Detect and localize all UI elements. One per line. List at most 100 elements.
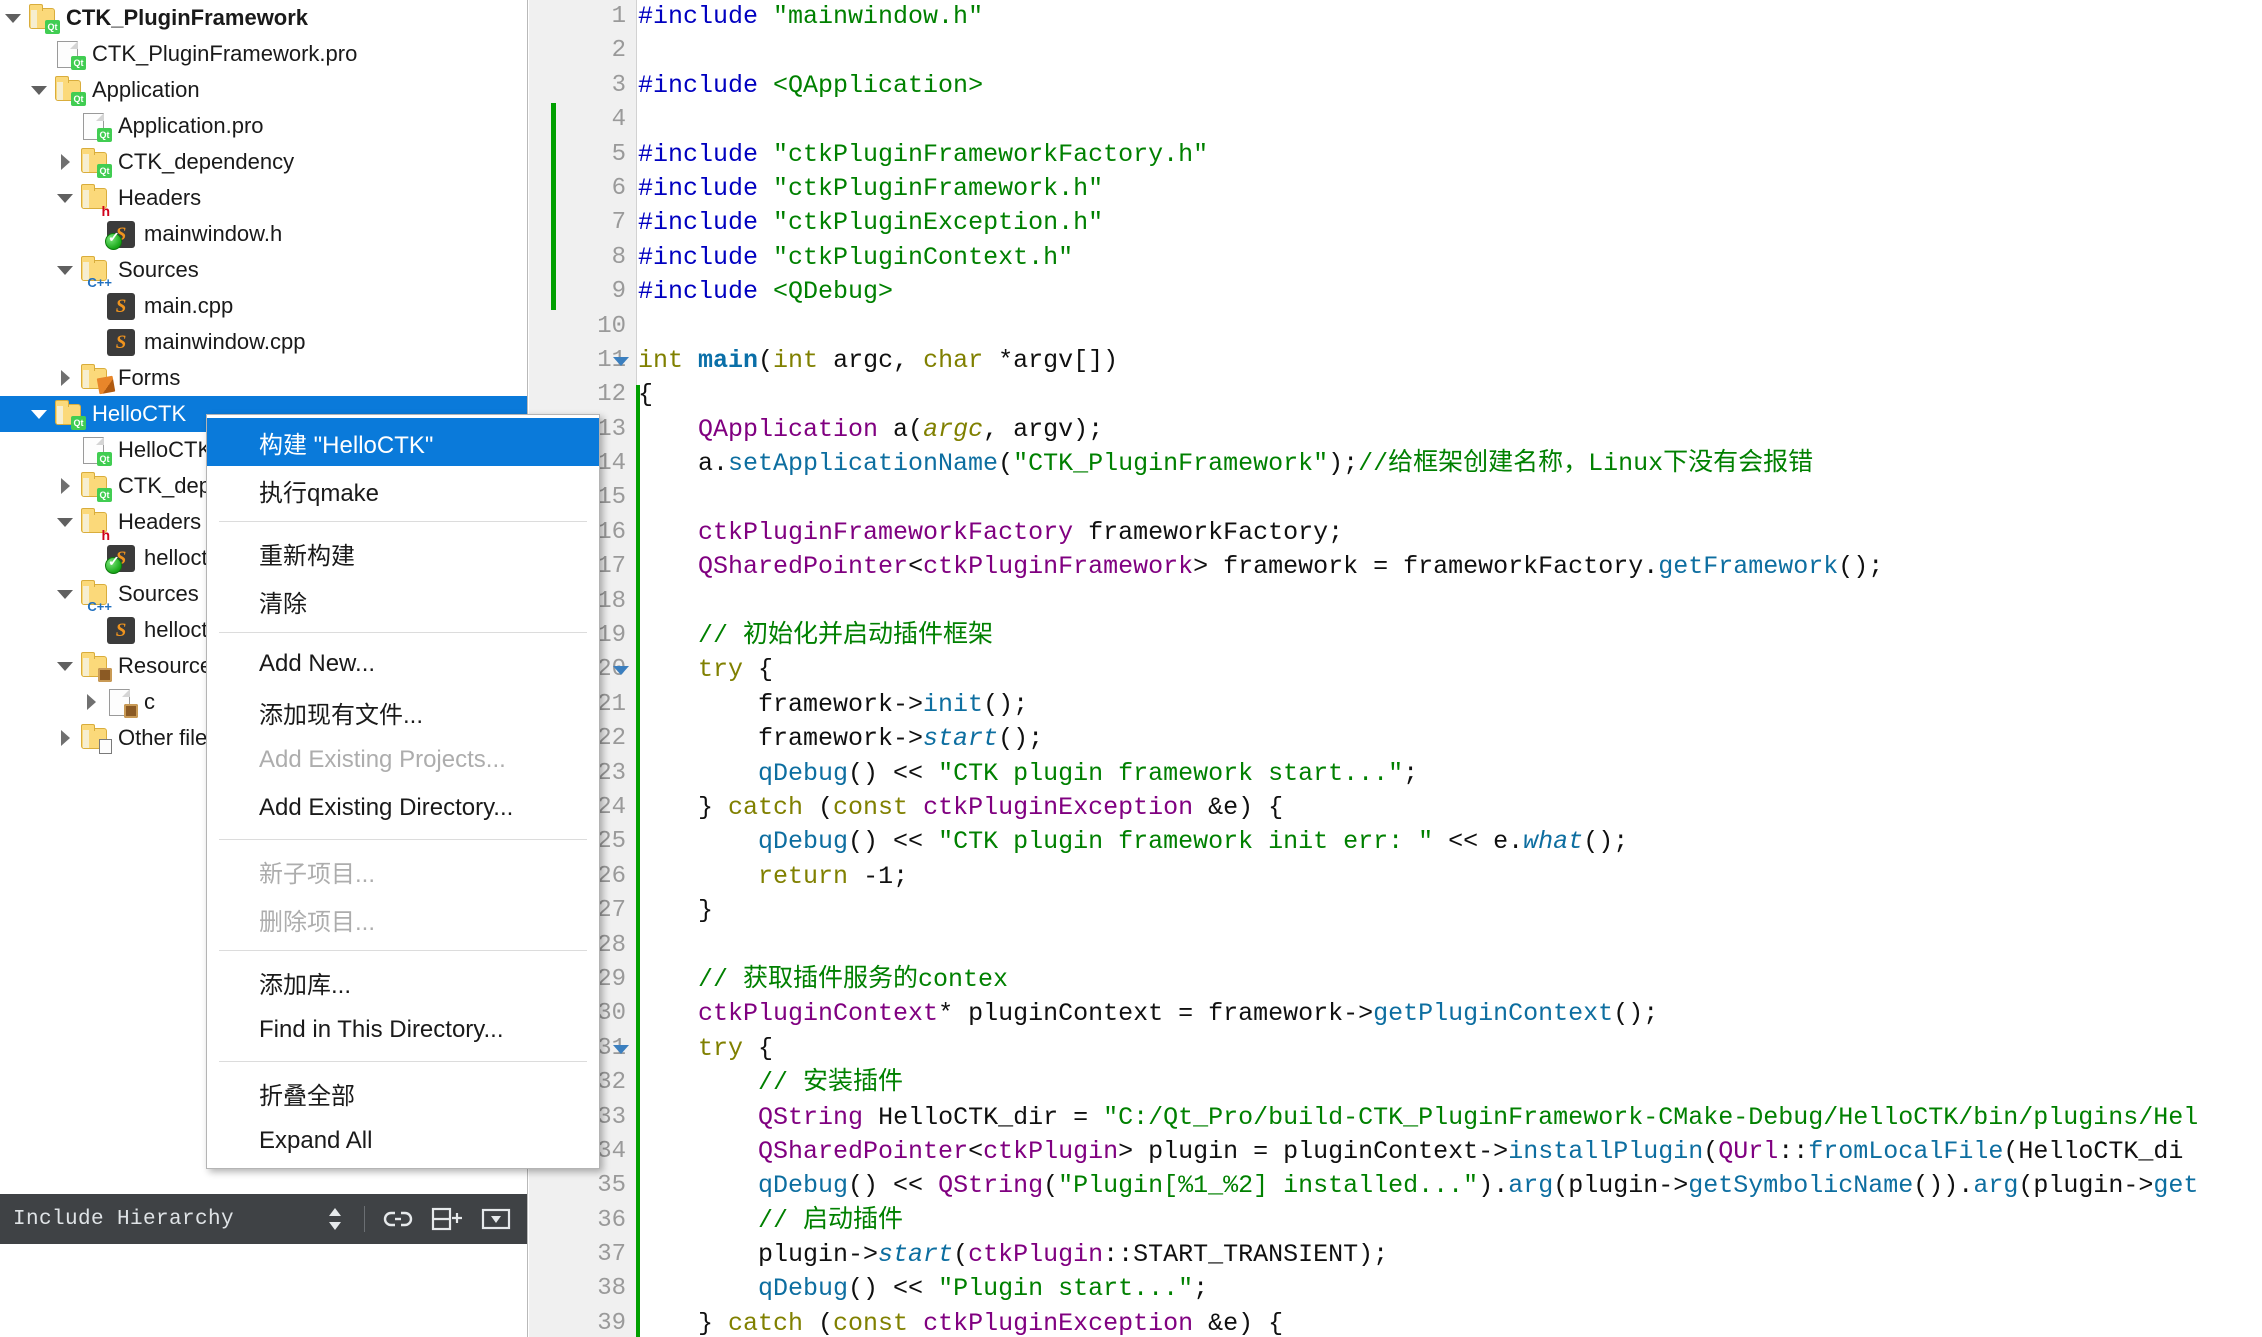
code-line[interactable]: // 启动插件 xyxy=(638,1204,2262,1238)
code-token: <QApplication> xyxy=(773,71,983,100)
menu-item-6[interactable]: Add New... xyxy=(207,640,599,688)
code-line[interactable]: ctkPluginContext* pluginContext = framew… xyxy=(638,997,2262,1031)
code-line[interactable]: // 初始化并启动插件框架 xyxy=(638,619,2262,653)
dropdown-box-icon[interactable] xyxy=(481,1207,511,1231)
fold-toggle-icon[interactable] xyxy=(607,344,637,378)
chevron-down-icon[interactable] xyxy=(0,0,26,36)
twist-spacer xyxy=(78,612,104,648)
code-text-area[interactable]: #include "mainwindow.h" #include <QAppli… xyxy=(638,0,2262,1337)
code-token: } xyxy=(638,793,728,822)
code-line[interactable]: #include <QApplication> xyxy=(638,69,2262,103)
tree-item-headers[interactable]: hHeaders xyxy=(0,180,528,216)
menu-item-9[interactable]: Add Existing Directory... xyxy=(207,784,599,832)
chevron-right-icon[interactable] xyxy=(52,360,78,396)
code-line[interactable]: #include "ctkPluginException.h" xyxy=(638,206,2262,240)
project-context-menu[interactable]: 构建 "HelloCTK"执行qmake 重新构建清除 Add New...添加现有… xyxy=(206,414,600,1169)
chevron-right-icon[interactable] xyxy=(52,468,78,504)
link-icon[interactable] xyxy=(383,1207,413,1231)
code-line[interactable] xyxy=(638,585,2262,619)
code-line[interactable] xyxy=(638,481,2262,515)
code-line[interactable]: QApplication a(argc, argv); xyxy=(638,413,2262,447)
chevron-down-icon[interactable] xyxy=(52,180,78,216)
code-editor[interactable]: 1234567891011121314151617181920212223242… xyxy=(529,0,2262,1337)
tree-item-mainwindow-h[interactable]: Smainwindow.h xyxy=(0,216,528,252)
code-line[interactable]: QSharedPointer<ctkPlugin> plugin = plugi… xyxy=(638,1135,2262,1169)
code-line[interactable]: try { xyxy=(638,1032,2262,1066)
tree-item-ctk-dependency[interactable]: QtCTK_dependency xyxy=(0,144,528,180)
menu-item-8: Add Existing Projects... xyxy=(207,736,599,784)
split-add-icon[interactable] xyxy=(431,1206,463,1232)
code-line[interactable]: a.setApplicationName("CTK_PluginFramewor… xyxy=(638,447,2262,481)
code-line[interactable] xyxy=(638,929,2262,963)
chevron-down-icon[interactable] xyxy=(26,396,52,432)
tree-item-mainwindow-cpp[interactable]: Smainwindow.cpp xyxy=(0,324,528,360)
chevron-right-icon[interactable] xyxy=(78,684,104,720)
chevron-down-icon[interactable] xyxy=(26,72,52,108)
code-line[interactable]: qDebug() << "CTK plugin framework start.… xyxy=(638,757,2262,791)
fold-marker-column[interactable] xyxy=(607,0,637,1337)
code-line[interactable]: framework->start(); xyxy=(638,722,2262,756)
code-token xyxy=(638,1171,758,1200)
menu-item-15[interactable]: Find in This Directory... xyxy=(207,1006,599,1054)
tree-item-main-cpp[interactable]: Smain.cpp xyxy=(0,288,528,324)
tree-item-application-pro[interactable]: QtApplication.pro xyxy=(0,108,528,144)
fold-toggle-icon[interactable] xyxy=(607,653,637,687)
code-line[interactable]: QSharedPointer<ctkPluginFramework> frame… xyxy=(638,550,2262,584)
chevron-right-icon[interactable] xyxy=(52,720,78,756)
menu-item-17[interactable]: 折叠全部 xyxy=(207,1069,599,1117)
code-line[interactable]: qDebug() << "CTK plugin framework init e… xyxy=(638,825,2262,859)
code-line[interactable]: qDebug() << QString("Plugin[%1_%2] insta… xyxy=(638,1169,2262,1203)
code-line[interactable] xyxy=(638,103,2262,137)
chevron-down-icon[interactable] xyxy=(613,357,629,366)
twist-spacer xyxy=(52,432,78,468)
menu-item-14[interactable]: 添加库... xyxy=(207,958,599,1006)
tree-item-ctk-pluginframework[interactable]: QtCTK_PluginFramework xyxy=(0,0,528,36)
code-line[interactable]: QString HelloCTK_dir = "C:/Qt_Pro/build-… xyxy=(638,1101,2262,1135)
fold-toggle-icon[interactable] xyxy=(607,1032,637,1066)
chevron-down-icon[interactable] xyxy=(613,666,629,675)
menu-item-18[interactable]: Expand All xyxy=(207,1117,599,1165)
chevron-down-icon[interactable] xyxy=(613,1045,629,1054)
code-line[interactable]: // 获取插件服务的contex xyxy=(638,963,2262,997)
tree-item-label: HelloCTK xyxy=(92,396,186,432)
chevron-right-icon[interactable] xyxy=(52,144,78,180)
code-line[interactable]: try { xyxy=(638,653,2262,687)
menu-item-7[interactable]: 添加现有文件... xyxy=(207,688,599,736)
code-line[interactable]: #include "ctkPluginFrameworkFactory.h" xyxy=(638,138,2262,172)
chevron-down-icon[interactable] xyxy=(52,576,78,612)
code-line[interactable]: framework->init(); xyxy=(638,688,2262,722)
fold-slot xyxy=(607,1238,637,1272)
tree-item-ctk-pluginframework-pro[interactable]: QtCTK_PluginFramework.pro xyxy=(0,36,528,72)
code-line[interactable] xyxy=(638,310,2262,344)
fold-slot xyxy=(607,1272,637,1306)
chevron-down-icon[interactable] xyxy=(52,252,78,288)
code-token: #include xyxy=(638,243,773,272)
code-line[interactable] xyxy=(638,34,2262,68)
code-line[interactable]: qDebug() << "Plugin start..."; xyxy=(638,1272,2262,1306)
code-line[interactable]: ctkPluginFrameworkFactory frameworkFacto… xyxy=(638,516,2262,550)
chevron-down-icon[interactable] xyxy=(52,648,78,684)
menu-item-0[interactable]: 构建 "HelloCTK" xyxy=(207,418,599,466)
tree-item-sources[interactable]: C++Sources xyxy=(0,252,528,288)
tree-item-forms[interactable]: Forms xyxy=(0,360,528,396)
code-line[interactable]: { xyxy=(638,378,2262,412)
code-line[interactable]: plugin->start(ctkPlugin::START_TRANSIENT… xyxy=(638,1238,2262,1272)
menu-item-1[interactable]: 执行qmake xyxy=(207,466,599,514)
code-line[interactable]: #include "mainwindow.h" xyxy=(638,0,2262,34)
tree-item-application[interactable]: QtApplication xyxy=(0,72,528,108)
code-line[interactable]: } catch (const ctkPluginException &e) { xyxy=(638,1307,2262,1337)
code-line[interactable]: #include "ctkPluginFramework.h" xyxy=(638,172,2262,206)
code-line[interactable]: #include "ctkPluginContext.h" xyxy=(638,241,2262,275)
menu-item-3[interactable]: 重新构建 xyxy=(207,529,599,577)
code-line[interactable]: return -1; xyxy=(638,860,2262,894)
code-line[interactable]: // 安装插件 xyxy=(638,1066,2262,1100)
code-token: > plugin = pluginContext-> xyxy=(1118,1137,1508,1166)
menu-item-4[interactable]: 清除 xyxy=(207,577,599,625)
fold-slot xyxy=(607,1204,637,1238)
code-line[interactable]: #include <QDebug> xyxy=(638,275,2262,309)
sort-updown-icon[interactable] xyxy=(324,1205,346,1233)
code-line[interactable]: } xyxy=(638,894,2262,928)
chevron-down-icon[interactable] xyxy=(52,504,78,540)
code-line[interactable]: } catch (const ctkPluginException &e) { xyxy=(638,791,2262,825)
code-line[interactable]: int main(int argc, char *argv[]) xyxy=(638,344,2262,378)
